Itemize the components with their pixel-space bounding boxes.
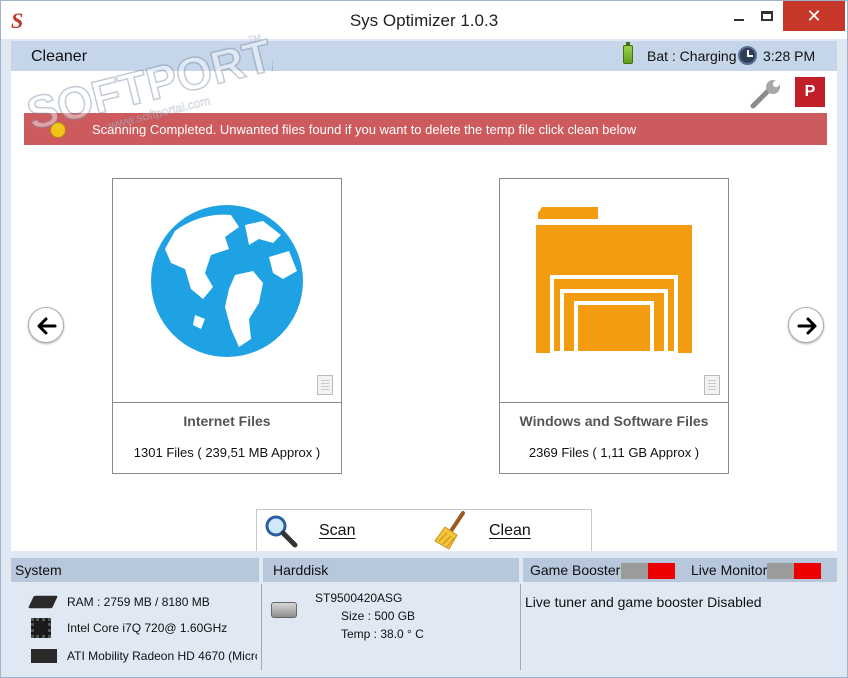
arrow-right-icon [797, 317, 817, 335]
cpu-row: Intel Core i7Q 720@ 1.60GHz [31, 617, 257, 639]
profile-button[interactable]: P [795, 77, 825, 107]
broom-icon [434, 511, 465, 550]
divider [520, 584, 521, 670]
internet-files-card[interactable]: Internet Files 1301 Files ( 239,51 MB Ap… [112, 178, 342, 474]
game-booster-status: Live tuner and game booster Disabled [525, 594, 762, 610]
divider [261, 584, 262, 670]
live-monitor-toggle[interactable] [767, 563, 821, 579]
status-panel: System Harddisk Game Booster Live Monito… [11, 558, 837, 671]
game-booster-header: Game Booster Live Monitor [523, 558, 837, 582]
details-icon[interactable] [704, 375, 720, 395]
game-booster-toggle[interactable] [621, 563, 675, 579]
app-window: S Sys Optimizer 1.0.3 ✕ Cleaner Bat : Ch… [0, 0, 848, 678]
clean-button[interactable]: Clean [433, 510, 583, 552]
smiley-icon [50, 122, 66, 138]
scan-button[interactable]: Scan [263, 510, 413, 552]
harddisk-size: Size : 500 GB [341, 609, 416, 623]
card-title: Windows and Software Files [519, 413, 709, 429]
gpu-name: ATI Mobility Radeon HD 4670 (Microsoft C… [67, 649, 257, 663]
alert-message: Scanning Completed. Unwanted files found… [92, 122, 637, 137]
card-file-count: 1301 Files ( 239,51 MB Approx ) [133, 445, 321, 460]
globe-icon [151, 205, 303, 357]
game-booster-label: Game Booster [530, 562, 621, 578]
battery-icon [623, 42, 633, 64]
details-icon[interactable] [317, 375, 333, 395]
minimize-icon [734, 19, 744, 21]
title-bar: S Sys Optimizer 1.0.3 ✕ [1, 1, 847, 39]
battery-status: Bat : Charging [647, 48, 737, 64]
previous-button[interactable] [28, 307, 64, 343]
scan-alert-banner: Scanning Completed. Unwanted files found… [24, 113, 827, 145]
action-bar: Scan Clean [256, 509, 592, 551]
cpu-name: Intel Core i7Q 720@ 1.60GHz [67, 621, 228, 635]
windows-software-files-card[interactable]: Windows and Software Files 2369 Files ( … [499, 178, 729, 474]
arrow-left-icon [37, 317, 57, 335]
magnifier-icon [265, 515, 298, 548]
card-title: Internet Files [183, 413, 271, 429]
card-file-count: 2369 Files ( 1,11 GB Approx ) [528, 445, 700, 460]
internet-files-image [113, 179, 341, 403]
next-button[interactable] [788, 307, 824, 343]
cleaner-panel: P Scanning Completed. Unwanted files fou… [11, 71, 837, 551]
system-header: System [11, 558, 259, 582]
harddisk-model: ST9500420ASG [315, 591, 403, 605]
harddisk-icon [271, 602, 297, 618]
wrench-icon[interactable] [749, 79, 783, 109]
module-title: Cleaner [31, 48, 88, 65]
ram-usage: RAM : 2759 MB / 8180 MB [67, 595, 210, 609]
windows-files-image [500, 179, 728, 403]
close-icon: ✕ [806, 5, 822, 26]
header-bar: Cleaner Bat : Charging 3:28 PM [11, 41, 837, 71]
maximize-button[interactable] [753, 1, 781, 31]
clean-label: Clean [489, 522, 531, 539]
gpu-icon [31, 649, 57, 663]
clock-time: 3:28 PM [763, 48, 816, 64]
folder-icon [536, 207, 692, 355]
harddisk-temp: Temp : 38.0 ° C [341, 627, 424, 641]
minimize-button[interactable] [725, 1, 753, 31]
ram-icon [28, 595, 58, 609]
ram-row: RAM : 2759 MB / 8180 MB [28, 591, 257, 613]
gpu-row: ATI Mobility Radeon HD 4670 (Microsoft C… [31, 645, 257, 667]
scan-label: Scan [319, 522, 356, 539]
harddisk-header: Harddisk [263, 558, 519, 582]
clock-icon [738, 46, 757, 65]
cpu-icon [31, 618, 51, 638]
window-title: Sys Optimizer 1.0.3 [349, 11, 499, 30]
maximize-icon [761, 11, 773, 21]
close-button[interactable]: ✕ [783, 1, 845, 31]
live-monitor-label: Live Monitor [691, 562, 768, 578]
